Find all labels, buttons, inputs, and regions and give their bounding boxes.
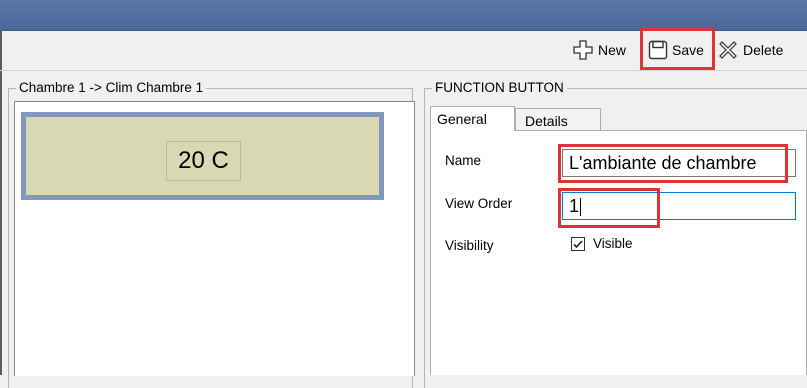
new-label: New [598, 42, 627, 58]
tab-details[interactable]: Details [515, 108, 601, 132]
name-input[interactable]: L'ambiante de chambre [562, 149, 796, 177]
visible-checkbox-label: Visible [593, 236, 633, 251]
delete-label: Delete [743, 42, 784, 58]
toolbar-separator [0, 70, 807, 71]
name-label: Name [445, 153, 482, 168]
visible-checkbox[interactable] [571, 236, 585, 251]
view-order-label: View Order [445, 196, 513, 211]
function-button-group-title: FUNCTION BUTTON [432, 79, 567, 96]
save-button[interactable]: Save [648, 37, 704, 63]
view-order-input[interactable]: 1 [562, 192, 796, 220]
checkmark-icon [573, 239, 583, 248]
delete-button[interactable]: Delete [717, 37, 783, 63]
room-device-group-title: Chambre 1 -> Clim Chambre 1 [16, 79, 207, 96]
view-order-value: 1 [569, 196, 580, 216]
tab-general[interactable]: General [430, 106, 515, 131]
plus-icon [572, 39, 594, 61]
window-left-border [0, 30, 2, 375]
save-label: Save [672, 42, 704, 58]
visibility-label: Visibility [445, 238, 494, 253]
device-value-display: 20 C [166, 141, 241, 181]
window-titlebar [0, 0, 807, 31]
floppy-disk-icon [648, 40, 668, 60]
visible-checkbox-row[interactable]: Visible [571, 236, 633, 251]
delete-x-icon [717, 39, 739, 61]
text-cursor [580, 198, 582, 217]
new-button[interactable]: New [572, 37, 626, 63]
